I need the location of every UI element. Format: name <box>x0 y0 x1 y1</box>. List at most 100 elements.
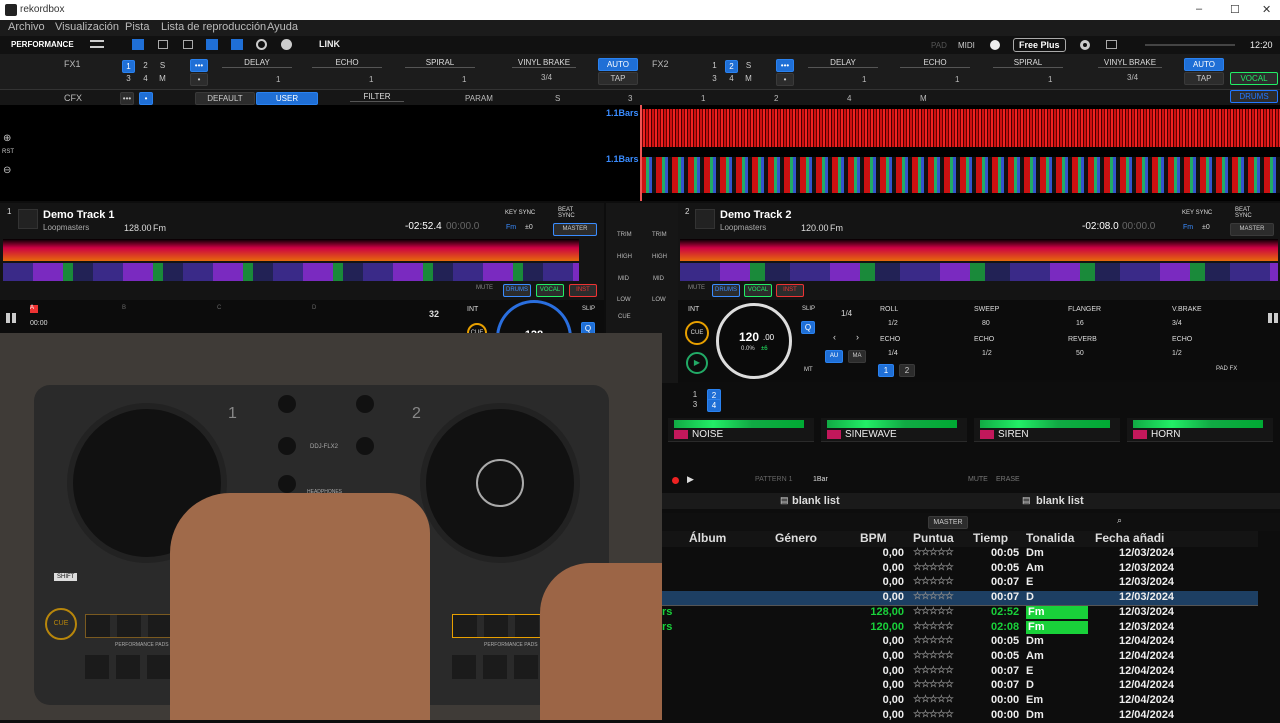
fx2-on-button[interactable]: • <box>776 73 794 86</box>
fx2-m[interactable]: M <box>742 73 755 84</box>
deck2-key-sync[interactable]: KEY SYNC <box>1182 210 1212 216</box>
deck1-vocal[interactable]: VOCAL <box>536 284 564 297</box>
table-row[interactable]: rs 120,00 ☆☆☆☆☆ 02:08 Fm 12/03/2024 <box>662 620 1258 636</box>
deck1-beat-sync[interactable]: BEAT SYNC <box>558 207 578 219</box>
sampler-slot-2[interactable]: SINEWAVE <box>821 418 967 442</box>
col-time[interactable]: Tiemp <box>973 531 1008 545</box>
col-genre[interactable]: Género <box>775 531 817 545</box>
fx1-s[interactable]: S <box>156 60 169 71</box>
sampler-slot-1[interactable]: NOISE <box>668 418 814 442</box>
fx2-vinyl-brake[interactable]: VINYL BRAKE <box>1098 58 1162 68</box>
layout-icon-2[interactable] <box>183 40 193 49</box>
sampler-slot-3[interactable]: SIREN <box>974 418 1120 442</box>
deck2-zoom-waveform[interactable] <box>640 157 1280 193</box>
deck2-pad-page-1[interactable]: 1 <box>878 364 894 377</box>
monitor-icon[interactable] <box>1106 40 1117 49</box>
close-button[interactable]: ✕ <box>1262 3 1271 16</box>
deck2-drums[interactable]: DRUMS <box>712 284 740 297</box>
fx1-beat-1[interactable]: 1 <box>122 60 135 73</box>
table-row[interactable]: 0,00 ☆☆☆☆☆ 00:07 E 12/04/2024 <box>662 665 1258 680</box>
mode-selector[interactable]: PERFORMANCE <box>11 40 74 49</box>
sampler-play-button[interactable]: ▶ <box>687 474 694 485</box>
fx2-more-button[interactable]: ••• <box>776 59 794 72</box>
deck2-jog[interactable]: 120 .00 0.0% ±6 <box>716 303 792 379</box>
cfx-user-button[interactable]: USER <box>256 92 318 105</box>
rst-button[interactable]: RST <box>2 149 14 155</box>
fx1-effect-1[interactable]: DELAY <box>222 58 292 68</box>
sampler-bank-4[interactable]: 4 <box>707 399 721 412</box>
deck1-pad-a[interactable]: A <box>30 305 38 313</box>
deck2-beat-sync[interactable]: BEAT SYNC <box>1235 207 1255 219</box>
col-rating[interactable]: Puntua <box>913 531 954 545</box>
deck2-play-button[interactable]: ▶ <box>686 352 708 374</box>
deck1-master-button[interactable]: MASTER <box>553 223 597 236</box>
col-bpm[interactable]: BPM <box>860 531 887 545</box>
link-button[interactable]: LINK <box>319 39 340 49</box>
deck2-pad-fx-mode[interactable]: PAD FX <box>1216 366 1237 372</box>
table-row[interactable]: 0,00 ☆☆☆☆☆ 00:05 Am 12/04/2024 <box>662 650 1258 665</box>
list2-title[interactable]: blank list <box>1036 495 1084 507</box>
grid-icon[interactable] <box>206 39 218 50</box>
fx1-on-button[interactable]: • <box>190 73 208 86</box>
fx2-tap-button[interactable]: TAP <box>1184 72 1224 85</box>
zoom-out-icon[interactable]: ⊖ <box>3 165 11 176</box>
fx1-auto-button[interactable]: AUTO <box>598 58 638 71</box>
deck2-vocal[interactable]: VOCAL <box>744 284 772 297</box>
deck1-pad-c[interactable]: C <box>217 305 221 311</box>
zoom-in-icon[interactable]: ⊕ <box>3 133 11 144</box>
menu-archivo[interactable]: Archivo <box>8 21 45 33</box>
deck1-inst[interactable]: INST <box>569 284 597 297</box>
fx2-effect-3[interactable]: SPIRAL <box>993 58 1063 68</box>
fx2-s[interactable]: S <box>742 60 755 71</box>
fx2-beat-2[interactable]: 2 <box>725 60 738 73</box>
plan-badge[interactable]: Free Plus <box>1013 38 1066 52</box>
minimize-button[interactable]: – <box>1196 3 1202 15</box>
master-volume-slider[interactable] <box>1145 44 1235 46</box>
sampler-erase[interactable]: ERASE <box>996 476 1020 483</box>
deck2-int-select[interactable]: INT <box>688 306 699 313</box>
deck2-au[interactable]: AU <box>825 350 843 363</box>
fx1-beat-2[interactable]: 2 <box>139 60 152 71</box>
col-key[interactable]: Tonalida <box>1026 531 1074 545</box>
fx2-vocal-button[interactable]: VOCAL <box>1230 72 1278 85</box>
rekordbox-icon[interactable] <box>990 40 1000 50</box>
deck2-ma[interactable]: MA <box>848 350 866 363</box>
record-button[interactable] <box>672 477 679 484</box>
layout-icon-1[interactable] <box>158 40 168 49</box>
browser-master-button[interactable]: MASTER <box>928 516 968 529</box>
table-row[interactable]: rs 128,00 ☆☆☆☆☆ 02:52 Fm 12/03/2024 <box>662 605 1258 621</box>
padfx-2-name[interactable]: SWEEP <box>974 306 999 313</box>
fx2-effect-1[interactable]: DELAY <box>808 58 878 68</box>
menu-visualizacion[interactable]: Visualización <box>55 21 119 33</box>
user-icon[interactable] <box>281 39 292 50</box>
deck2-master-button[interactable]: MASTER <box>1230 223 1274 236</box>
deck1-grid-icon[interactable] <box>6 313 16 323</box>
deck2-loop-size[interactable]: 1/4 <box>841 309 852 318</box>
table-row[interactable]: 0,00 ☆☆☆☆☆ 00:05 Dm 12/04/2024 <box>662 635 1258 650</box>
split-icon[interactable] <box>231 39 243 50</box>
table-row[interactable]: 0,00 ☆☆☆☆☆ 00:07 D 12/03/2024 <box>662 591 1258 606</box>
deck2-phrase-bar[interactable] <box>680 263 1278 281</box>
table-row[interactable]: 0,00 ☆☆☆☆☆ 00:05 Dm 12/03/2024 <box>662 547 1258 562</box>
fx1-m[interactable]: M <box>156 73 169 84</box>
fx2-effect-2[interactable]: ECHO <box>900 58 970 68</box>
sampler-bank-3[interactable]: 3 <box>688 399 702 410</box>
sampler-bar[interactable]: 1Bar <box>813 476 828 483</box>
deck2-pad-page-2[interactable]: 2 <box>899 364 915 377</box>
cfx-on-button[interactable]: • <box>139 92 153 105</box>
padfx-1-name[interactable]: ROLL <box>880 306 898 313</box>
col-date[interactable]: Fecha añadi <box>1095 531 1164 545</box>
cfx-filter-select[interactable]: FILTER <box>350 92 404 102</box>
deck1-mute[interactable]: MUTE <box>476 285 493 291</box>
fx1-beat-4[interactable]: 4 <box>139 73 152 84</box>
table-row[interactable]: 0,00 ☆☆☆☆☆ 00:07 E 12/03/2024 <box>662 576 1258 591</box>
deck2-inst[interactable]: INST <box>776 284 804 297</box>
deck1-phrase-bar[interactable] <box>3 263 579 281</box>
table-row[interactable]: 0,00 ☆☆☆☆☆ 00:00 Dm 12/04/2024 <box>662 709 1258 723</box>
midi-label[interactable]: MIDI <box>958 41 975 50</box>
sampler-pattern[interactable]: PATTERN 1 <box>755 476 792 483</box>
deck1-pad-d[interactable]: D <box>312 305 316 311</box>
sampler-mute[interactable]: MUTE <box>968 476 988 483</box>
cfx-more-button[interactable]: ••• <box>120 92 134 105</box>
menu-pista[interactable]: Pista <box>125 21 149 33</box>
